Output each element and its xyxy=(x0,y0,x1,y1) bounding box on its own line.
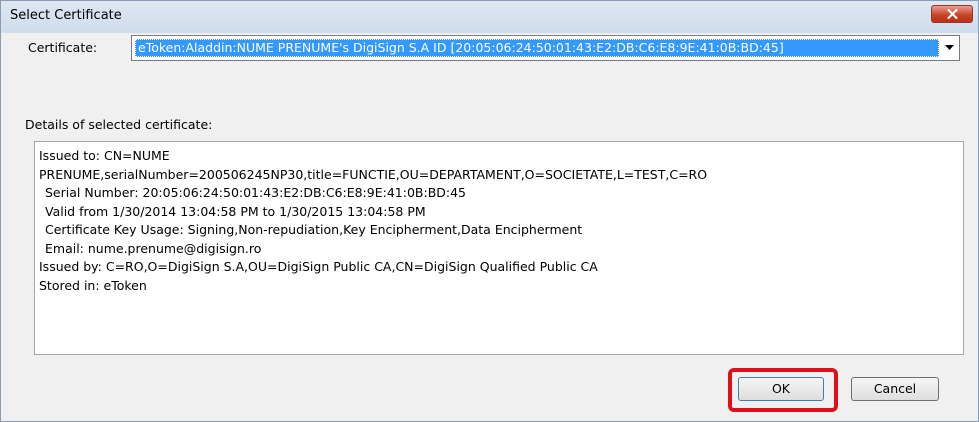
key-usage-line: Certificate Key Usage: Signing,Non-repud… xyxy=(45,222,583,237)
certificate-selected-value: eToken:Aladdin:NUME PRENUME's DigiSign S… xyxy=(135,39,939,57)
issued-by-line: Issued by: C=RO,O=DigiSign S.A,OU=DigiSi… xyxy=(39,259,598,274)
serial-number-line: Serial Number: 20:05:06:24:50:01:43:E2:D… xyxy=(45,185,467,200)
title-bar[interactable]: Select Certificate xyxy=(1,1,978,33)
cancel-button[interactable]: Cancel xyxy=(851,377,939,401)
email-line: Email: nume.prenume@digisign.ro xyxy=(45,240,262,256)
ok-button[interactable]: OK xyxy=(738,377,824,401)
details-label: Details of selected certificate: xyxy=(25,117,213,132)
certificate-details-textbox[interactable]: Issued to: CN=NUME PRENUME,serialNumber=… xyxy=(34,141,964,355)
close-button[interactable] xyxy=(931,5,973,23)
certificate-dropdown[interactable]: eToken:Aladdin:NUME PRENUME's DigiSign S… xyxy=(131,35,960,61)
certificate-label: Certificate: xyxy=(28,40,98,55)
validity-line: Valid from 1/30/2014 13:04:58 PM to 1/30… xyxy=(45,203,426,219)
subject-line: PRENUME,serialNumber=200506245NP30,title… xyxy=(39,166,708,182)
chevron-down-icon[interactable] xyxy=(944,44,955,51)
select-certificate-dialog: Select Certificate Certificate: eToken:A… xyxy=(0,0,979,422)
issued-to-line: Issued to: CN=NUME xyxy=(39,148,170,163)
window-title: Select Certificate xyxy=(10,8,122,23)
close-icon xyxy=(947,9,958,19)
stored-in-line: Stored in: eToken xyxy=(39,277,147,293)
